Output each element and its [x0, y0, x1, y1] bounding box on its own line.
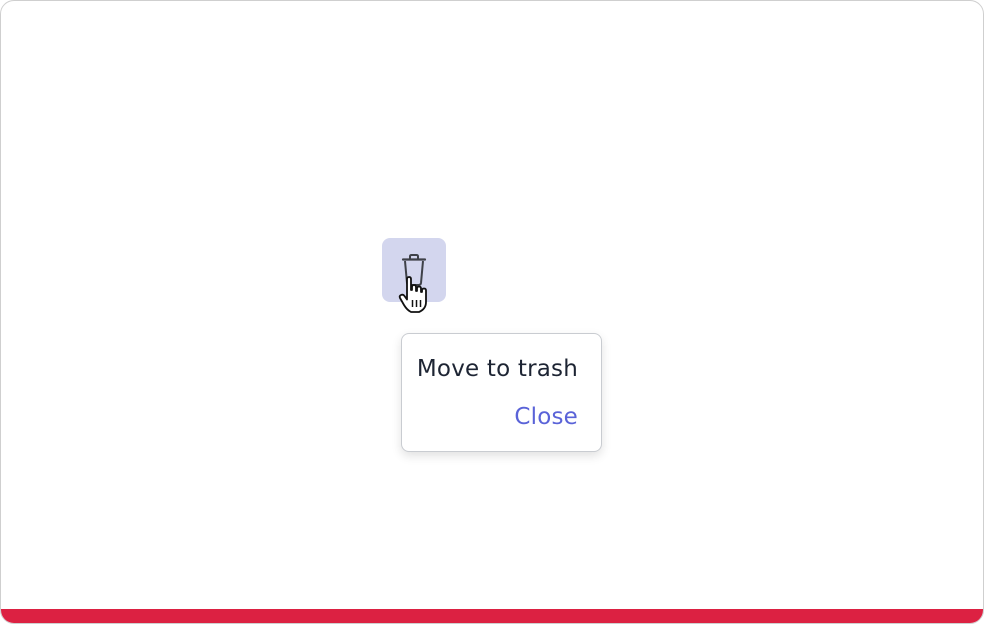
popover-title: Move to trash — [416, 356, 578, 382]
app-frame: Move to trash Close — [0, 0, 984, 624]
hand-pointer-icon — [397, 276, 431, 314]
close-link[interactable]: Close — [514, 404, 578, 430]
tooltip-popover: Move to trash Close — [401, 333, 602, 452]
bottom-accent-bar — [1, 609, 983, 623]
